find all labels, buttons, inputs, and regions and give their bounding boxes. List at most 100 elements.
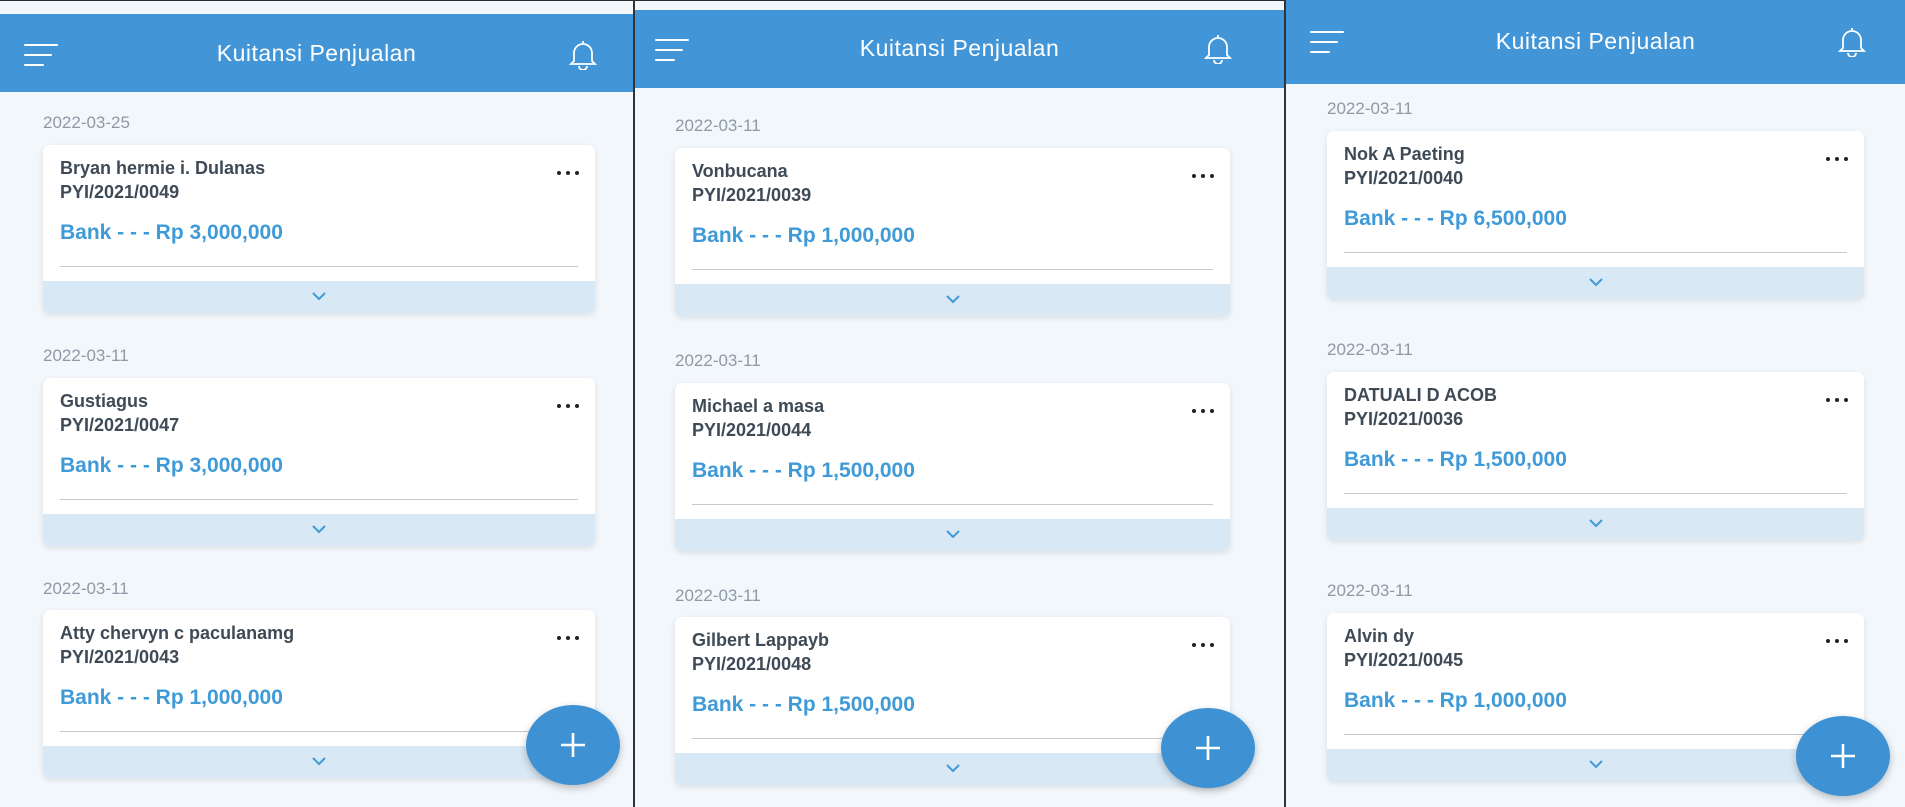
group-date: 2022-03-11 xyxy=(1327,340,1413,359)
more-horizontal-icon[interactable] xyxy=(557,169,579,177)
receipt-number: PYI/2021/0036 xyxy=(1344,409,1464,429)
plus-icon xyxy=(1831,744,1855,768)
divider xyxy=(60,499,578,500)
payment-amount: Bank - - - Rp 1,500,000 xyxy=(1344,448,1567,471)
page-title: Kuitansi Penjualan xyxy=(216,40,417,66)
divider xyxy=(1344,734,1847,735)
more-horizontal-icon[interactable] xyxy=(1826,155,1848,163)
more-horizontal-icon[interactable] xyxy=(557,634,579,642)
more-horizontal-icon[interactable] xyxy=(1192,172,1214,180)
expand-button[interactable] xyxy=(43,281,595,313)
chevron-down-icon xyxy=(1588,519,1603,528)
divider xyxy=(60,266,578,267)
customer-name: Nok A Paeting xyxy=(1344,144,1465,164)
page-title: Kuitansi Penjualan xyxy=(859,35,1060,61)
chevron-down-icon xyxy=(312,757,326,766)
receipt-card[interactable]: DATUALI D ACOB PYI/2021/0036 Bank - - - … xyxy=(1327,372,1864,540)
more-horizontal-icon[interactable] xyxy=(1192,407,1214,415)
payment-amount: Bank - - - Rp 1,000,000 xyxy=(1344,689,1567,712)
divider xyxy=(692,269,1213,270)
receipt-card[interactable]: Atty chervyn c paculanamg PYI/2021/0043 … xyxy=(43,610,595,778)
receipt-number: PYI/2021/0049 xyxy=(60,182,180,202)
more-horizontal-icon[interactable] xyxy=(557,402,579,410)
expand-button[interactable] xyxy=(43,514,595,546)
customer-name: Michael a masa xyxy=(692,396,825,416)
bell-icon[interactable] xyxy=(1203,32,1233,64)
chevron-down-icon xyxy=(312,525,326,534)
customer-name: Vonbucana xyxy=(692,161,788,181)
payment-amount: Bank - - - Rp 1,500,000 xyxy=(692,459,915,482)
group-date: 2022-03-11 xyxy=(43,579,129,598)
payment-amount: Bank - - - Rp 3,000,000 xyxy=(60,454,283,477)
receipt-card[interactable]: Michael a masa PYI/2021/0044 Bank - - - … xyxy=(675,383,1230,551)
panel-border xyxy=(635,0,1284,1)
receipt-number: PYI/2021/0044 xyxy=(692,420,812,440)
screen-panel-3: Kuitansi Penjualan 2022-03-11 Nok A Paet… xyxy=(1286,0,1905,807)
divider xyxy=(60,731,578,732)
receipt-card[interactable]: Vonbucana PYI/2021/0039 Bank - - - Rp 1,… xyxy=(675,148,1230,316)
screen-panel-2: Kuitansi Penjualan 2022-03-11 Vonbucana … xyxy=(633,0,1286,807)
group-date: 2022-03-25 xyxy=(43,113,130,132)
payment-amount: Bank - - - Rp 1,500,000 xyxy=(692,693,915,716)
group-date: 2022-03-11 xyxy=(1327,99,1413,118)
expand-button[interactable] xyxy=(675,753,1230,785)
page-title: Kuitansi Penjualan xyxy=(1495,28,1696,54)
group-date: 2022-03-11 xyxy=(675,116,761,135)
receipt-number: PYI/2021/0039 xyxy=(692,185,812,205)
divider xyxy=(1344,252,1847,253)
receipt-number: PYI/2021/0043 xyxy=(60,647,180,667)
receipt-card[interactable]: Gilbert Lappayb PYI/2021/0048 Bank - - -… xyxy=(675,617,1230,785)
group-date: 2022-03-11 xyxy=(675,351,761,370)
chevron-down-icon xyxy=(1588,278,1603,287)
divider xyxy=(692,504,1213,505)
chevron-down-icon xyxy=(945,764,960,773)
receipt-card[interactable]: Alvin dy PYI/2021/0045 Bank - - - Rp 1,0… xyxy=(1327,613,1864,781)
bell-icon[interactable] xyxy=(568,38,598,70)
expand-button[interactable] xyxy=(1327,508,1864,540)
customer-name: Alvin dy xyxy=(1344,626,1415,646)
customer-name: Gustiagus xyxy=(60,391,149,411)
app-bar: Kuitansi Penjualan xyxy=(635,10,1284,88)
more-horizontal-icon[interactable] xyxy=(1826,637,1848,645)
customer-name: Bryan hermie i. Dulanas xyxy=(60,158,266,178)
chevron-down-icon xyxy=(945,530,960,539)
bell-icon[interactable] xyxy=(1837,25,1867,57)
chevron-down-icon xyxy=(312,292,326,301)
divider xyxy=(1344,493,1847,494)
screen-panel-1: Kuitansi Penjualan 2022-03-25 Bryan herm… xyxy=(0,0,633,807)
receipt-number: PYI/2021/0045 xyxy=(1344,650,1464,670)
app-bar: Kuitansi Penjualan xyxy=(0,14,633,92)
group-date: 2022-03-11 xyxy=(675,586,761,605)
group-date: 2022-03-11 xyxy=(43,346,129,365)
chevron-down-icon xyxy=(945,295,960,304)
plus-icon xyxy=(561,733,585,757)
expand-button[interactable] xyxy=(1327,749,1864,781)
add-receipt-button[interactable] xyxy=(1796,716,1890,796)
customer-name: Atty chervyn c paculanamg xyxy=(60,623,295,643)
receipt-card[interactable]: Nok A Paeting PYI/2021/0040 Bank - - - R… xyxy=(1327,131,1864,299)
customer-name: Gilbert Lappayb xyxy=(692,630,830,650)
customer-name: DATUALI D ACOB xyxy=(1344,385,1497,405)
payment-amount: Bank - - - Rp 6,500,000 xyxy=(1344,207,1567,230)
receipt-number: PYI/2021/0048 xyxy=(692,654,812,674)
more-horizontal-icon[interactable] xyxy=(1192,641,1214,649)
chevron-down-icon xyxy=(1588,760,1603,769)
more-horizontal-icon[interactable] xyxy=(1826,396,1848,404)
receipt-card[interactable]: Bryan hermie i. Dulanas PYI/2021/0049 Ba… xyxy=(43,145,595,313)
group-date: 2022-03-11 xyxy=(1327,581,1413,600)
payment-amount: Bank - - - Rp 3,000,000 xyxy=(60,221,283,244)
app-bar: Kuitansi Penjualan xyxy=(1286,0,1905,84)
expand-button[interactable] xyxy=(1327,267,1864,299)
panel-border xyxy=(0,0,633,1)
plus-icon xyxy=(1196,736,1220,760)
expand-button[interactable] xyxy=(43,746,595,778)
payment-amount: Bank - - - Rp 1,000,000 xyxy=(60,686,283,709)
expand-button[interactable] xyxy=(675,284,1230,316)
receipt-number: PYI/2021/0040 xyxy=(1344,168,1464,188)
add-receipt-button[interactable] xyxy=(1161,708,1255,788)
add-receipt-button[interactable] xyxy=(526,705,620,785)
receipt-card[interactable]: Gustiagus PYI/2021/0047 Bank - - - Rp 3,… xyxy=(43,378,595,546)
divider xyxy=(692,738,1213,739)
payment-amount: Bank - - - Rp 1,000,000 xyxy=(692,224,915,247)
expand-button[interactable] xyxy=(675,519,1230,551)
